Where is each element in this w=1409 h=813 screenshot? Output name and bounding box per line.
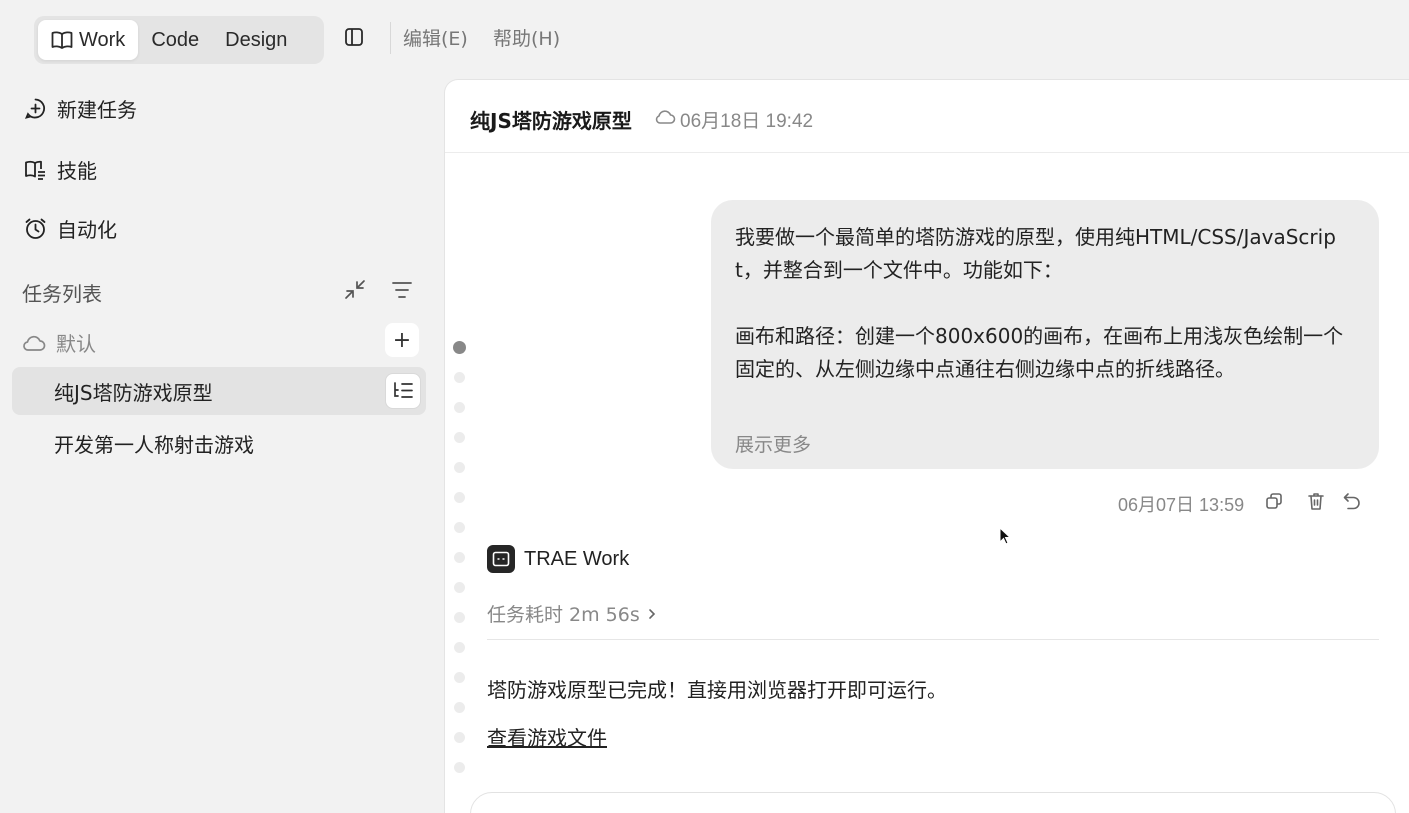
timeline-dot[interactable] (454, 762, 465, 773)
book-open-icon (51, 30, 73, 50)
task-duration-label: 任务耗时 2m 56s (487, 604, 640, 626)
task-item[interactable]: 纯JS塔防游戏原型 (12, 367, 426, 415)
agent-divider (487, 639, 1379, 640)
chat-updated-time: 06月18日 19:42 (680, 111, 814, 132)
nav-skills[interactable]: 技能 (24, 155, 97, 184)
new-chat-icon (24, 97, 47, 120)
delete-icon[interactable] (1306, 491, 1326, 511)
mode-design-label: Design (225, 28, 288, 51)
topbar-divider (390, 22, 391, 54)
cloud-icon (22, 333, 46, 353)
agent-avatar (487, 545, 515, 573)
group-default-label: 默认 (56, 332, 96, 356)
timeline-dot[interactable] (453, 341, 466, 354)
mode-switch: Work Code Design (34, 16, 324, 64)
view-game-file-link[interactable]: 查看游戏文件 (487, 722, 607, 751)
timeline-dot[interactable] (454, 522, 465, 533)
mouse-cursor-icon (999, 527, 1011, 547)
menu-help[interactable]: 帮助(H) (493, 24, 560, 51)
group-default[interactable]: 默认 (22, 328, 96, 357)
chat-title: 纯JS塔防游戏原型 (470, 109, 632, 133)
timeline-dot[interactable] (454, 642, 465, 653)
task-item[interactable]: 开发第一人称射击游戏 (12, 419, 426, 467)
chat-input-box[interactable] (470, 792, 1396, 813)
chat-header: 纯JS塔防游戏原型 06月18日 19:42 (445, 80, 1409, 153)
copy-icon[interactable] (1264, 491, 1284, 511)
nav-new-task[interactable]: 新建任务 (24, 94, 137, 123)
cloud-sync-icon (654, 108, 676, 126)
add-task-button[interactable]: + (385, 323, 419, 357)
nav-automation-label: 自动化 (57, 218, 117, 242)
filter-icon[interactable] (390, 278, 414, 302)
task-outline-button[interactable] (385, 373, 421, 409)
mode-work-button[interactable]: Work (38, 20, 139, 60)
timeline-dot[interactable] (454, 552, 465, 563)
agent-reply-text: 塔防游戏原型已完成！直接用浏览器打开即可运行。 (487, 678, 947, 702)
user-message-text: 我要做一个最简单的塔防游戏的原型，使用纯HTML/CSS/JavaScript，… (735, 225, 1344, 381)
timeline-dot[interactable] (454, 402, 465, 413)
mode-code-label: Code (151, 28, 200, 51)
task-item-label: 开发第一人称射击游戏 (54, 432, 254, 457)
chat-panel: 纯JS塔防游戏原型 06月18日 19:42 我要做一个最简单的塔防游戏的原型，… (444, 79, 1409, 813)
task-list-title: 任务列表 (22, 282, 102, 306)
mode-work-label: Work (79, 28, 126, 51)
task-item-label: 纯JS塔防游戏原型 (54, 380, 213, 405)
outline-list-icon (392, 381, 414, 401)
nav-automation[interactable]: 自动化 (24, 214, 117, 243)
alarm-clock-icon (24, 217, 47, 240)
undo-icon[interactable] (1342, 491, 1362, 511)
nav-skills-label: 技能 (57, 159, 97, 183)
timeline-dot[interactable] (454, 492, 465, 503)
timeline-dot[interactable] (454, 702, 465, 713)
task-duration-toggle[interactable]: 任务耗时 2m 56s (487, 600, 657, 627)
timeline-dot[interactable] (454, 582, 465, 593)
nav-new-task-label: 新建任务 (57, 98, 137, 122)
chevron-right-icon (648, 607, 657, 621)
timeline-dot[interactable] (454, 732, 465, 743)
message-timestamp: 06月07日 13:59 (1118, 495, 1245, 515)
timeline-dot[interactable] (454, 672, 465, 683)
timeline-dot[interactable] (454, 612, 465, 623)
sidebar-toggle-icon[interactable] (343, 26, 365, 48)
timeline-dot[interactable] (454, 432, 465, 443)
mode-code-button[interactable]: Code (138, 20, 212, 60)
agent-name: TRAE Work (524, 547, 630, 570)
mode-design-button[interactable]: Design (212, 20, 300, 60)
menu-edit[interactable]: 编辑(E) (403, 24, 468, 51)
agent-header: TRAE Work (487, 545, 629, 573)
timeline-dot[interactable] (454, 462, 465, 473)
timeline-dot[interactable] (454, 372, 465, 383)
collapse-icon[interactable] (343, 278, 367, 302)
skills-book-icon (24, 158, 47, 181)
show-more-link[interactable]: 展示更多 (735, 430, 811, 457)
user-message-bubble: 我要做一个最简单的塔防游戏的原型，使用纯HTML/CSS/JavaScript，… (711, 200, 1379, 469)
